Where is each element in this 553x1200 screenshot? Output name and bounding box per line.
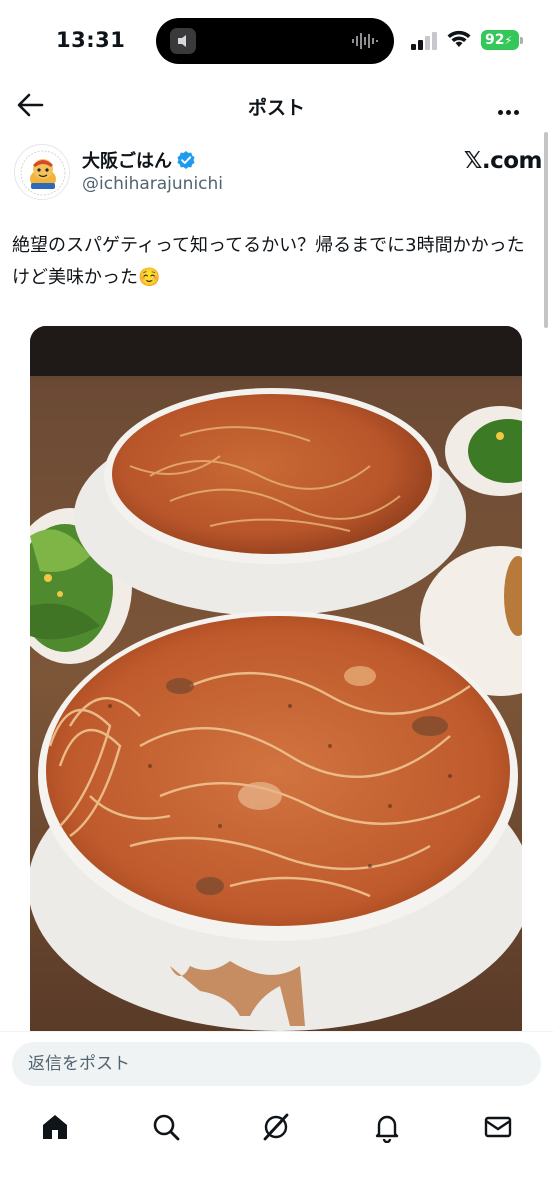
nav-header: ポスト	[0, 80, 553, 132]
more-dot-icon	[514, 110, 519, 115]
grok-icon	[263, 1113, 289, 1141]
display-name[interactable]: 大阪ごはん	[82, 147, 196, 173]
post-text: 絶望のスパゲティって知ってるかい？帰るまでに3時間かかったけど美味かった☺️	[12, 235, 525, 288]
microphone-indicator-icon	[170, 28, 196, 54]
cellular-signal-icon	[411, 32, 437, 50]
notifications-bell-icon	[375, 1115, 399, 1144]
avatar[interactable]	[14, 144, 70, 200]
status-bar: 13:31 92⚡	[0, 0, 553, 80]
battery-indicator: 92⚡	[481, 30, 519, 50]
tab-grok[interactable]	[260, 1111, 292, 1143]
tab-search[interactable]	[150, 1111, 182, 1143]
display-name-text: 大阪ごはん	[82, 151, 172, 172]
wifi-icon	[447, 30, 471, 47]
status-time: 13:31	[56, 28, 126, 52]
messages-envelope-icon	[484, 1116, 512, 1138]
dynamic-island	[156, 18, 394, 64]
battery-tip	[520, 37, 523, 44]
user-handle[interactable]: @ichiharajunichi	[82, 174, 223, 194]
avatar-mascot-image	[16, 146, 69, 199]
post-author: 大阪ごはん @ichiharajunichi 𝕏.com	[12, 140, 543, 208]
tab-home[interactable]	[39, 1111, 71, 1143]
battery-level: 92	[485, 32, 505, 48]
scrollbar[interactable]	[544, 132, 548, 328]
audio-wave-icon	[352, 33, 378, 49]
spaghetti-photo-image	[30, 326, 522, 1031]
reply-composer: 返信をポスト	[0, 1031, 553, 1103]
page-title: ポスト	[247, 97, 305, 119]
more-options-button[interactable]	[498, 100, 528, 115]
tab-notifications[interactable]	[371, 1111, 403, 1144]
more-dot-icon	[506, 110, 511, 115]
home-icon	[43, 1115, 67, 1139]
x-com-link[interactable]: 𝕏.com	[464, 148, 543, 174]
verified-badge-icon	[177, 151, 195, 169]
bottom-tab-bar	[0, 1103, 553, 1200]
tab-messages[interactable]	[482, 1111, 514, 1143]
post-photo[interactable]	[30, 326, 522, 1031]
search-icon	[153, 1114, 180, 1141]
more-dot-icon	[498, 110, 503, 115]
reply-input[interactable]: 返信をポスト	[12, 1042, 541, 1086]
